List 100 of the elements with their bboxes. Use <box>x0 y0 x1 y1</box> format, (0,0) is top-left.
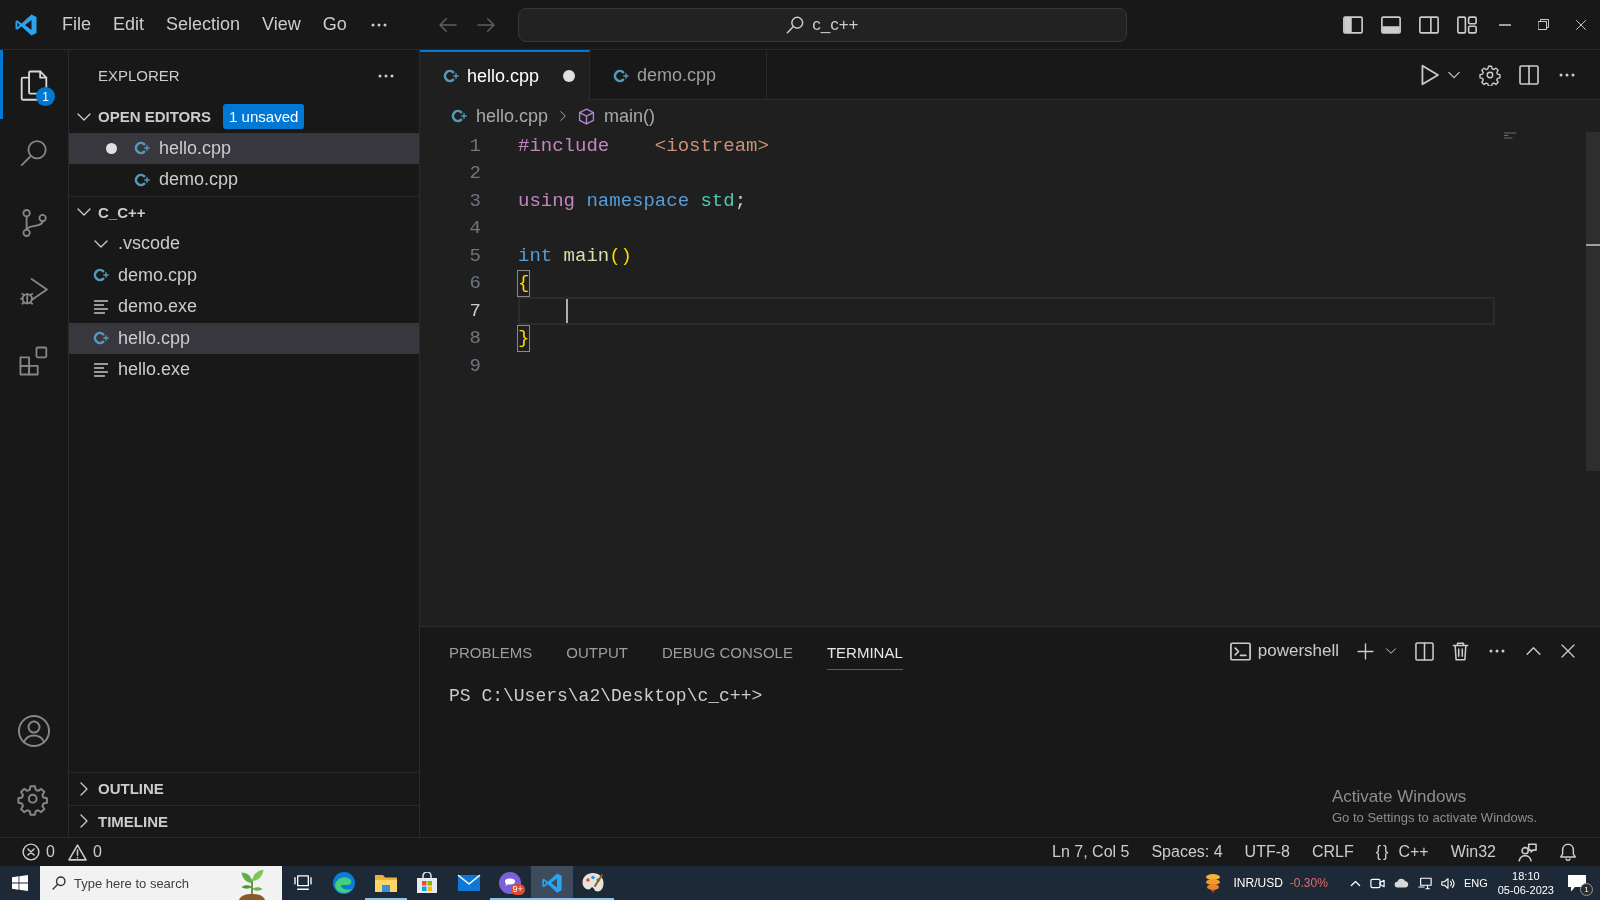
account-icon <box>17 713 51 748</box>
folder-icon <box>373 873 398 893</box>
panel-tab[interactable]: OUTPUT <box>566 643 629 670</box>
code-line: #include <iostream> <box>518 134 769 157</box>
section-header[interactable]: OPEN EDITORS 1 unsaved <box>69 101 419 133</box>
scrollbar-thumb[interactable] <box>1586 132 1600 471</box>
menu-item[interactable]: Go <box>311 14 358 35</box>
count-badge: 1 <box>36 87 55 106</box>
explorer-tree-entry[interactable]: .vscode <box>69 228 419 260</box>
menu-item[interactable]: Selection <box>155 14 252 35</box>
settings-icon[interactable] <box>1479 63 1501 86</box>
text-file-icon <box>93 298 109 315</box>
explorer-tree-entry[interactable]: demo.cpp <box>69 259 419 291</box>
code-line: using namespace std; <box>518 189 747 212</box>
status-item[interactable]: Win32 <box>1450 843 1496 861</box>
section-header[interactable]: C_C++ <box>69 196 419 228</box>
section-header[interactable]: TIMELINE <box>69 805 419 837</box>
problems-status[interactable]: 0 0 <box>22 843 102 861</box>
menu-item[interactable]: View <box>251 14 312 35</box>
cpp-file-icon <box>93 330 109 347</box>
text-file-icon <box>93 361 109 378</box>
video-camera-icon[interactable] <box>1369 877 1385 889</box>
warning-icon <box>67 843 87 861</box>
run-icon[interactable] <box>1420 63 1440 86</box>
status-item[interactable]: UTF-8 <box>1244 843 1290 861</box>
terminal-prompt: PS C:\Users\a2\Desktop\c_c++> <box>449 686 763 706</box>
explorer-tree-entry[interactable]: demo.exe <box>69 291 419 323</box>
taskbar-search-field[interactable]: Type here to search <box>40 866 282 900</box>
line-number: 7 <box>469 299 481 322</box>
cloud-icon[interactable] <box>1393 878 1409 888</box>
more-icon[interactable] <box>376 72 396 79</box>
files-icon <box>18 68 50 101</box>
four-panes-logo-icon <box>12 875 28 891</box>
panel-tab[interactable]: DEBUG CONSOLE <box>662 643 793 670</box>
panel-tab[interactable]: PROBLEMS <box>449 643 533 670</box>
explorer-tree-entry[interactable]: hello.cpp <box>69 322 419 354</box>
terminal-selector[interactable]: powershell <box>1229 641 1339 661</box>
activation-subtitle: Go to Settings to activate Windows. <box>1332 810 1538 825</box>
cpp-file-icon <box>134 140 150 157</box>
envelope-icon <box>456 874 481 892</box>
clock[interactable]: 18:10 05-06-2023 <box>1497 869 1554 897</box>
sidebar-right-icon[interactable] <box>1419 15 1439 34</box>
minimize-icon[interactable] <box>1499 23 1511 26</box>
breadcrumb-item[interactable]: main() <box>604 105 656 127</box>
close-icon[interactable] <box>1575 18 1587 31</box>
currency-widget[interactable]: INR/USD -0.30% <box>1204 873 1328 893</box>
language-indicator[interactable]: ENG <box>1463 877 1488 889</box>
layout-grid-icon[interactable] <box>1457 15 1477 34</box>
plus-icon[interactable] <box>1357 642 1374 660</box>
notification-count-badge: 1 <box>1580 883 1593 896</box>
close-icon[interactable] <box>1560 643 1576 659</box>
menu-item[interactable]: File <box>51 14 102 35</box>
open-editor-entry[interactable]: hello.cpp <box>69 132 419 164</box>
menu-item[interactable]: Edit <box>102 14 156 35</box>
explorer-tree-entry[interactable]: hello.exe <box>69 354 419 386</box>
breadcrumb-item[interactable]: hello.cpp <box>476 105 549 127</box>
notification-center-button[interactable]: 1 <box>1554 866 1600 900</box>
command-center-search[interactable]: c_c++ <box>517 7 1127 42</box>
activation-title: Activate Windows <box>1332 787 1468 807</box>
panel-tab[interactable]: TERMINAL <box>826 643 903 670</box>
terminal-icon <box>1229 641 1251 661</box>
status-item[interactable]: Spaces: 4 <box>1151 843 1223 861</box>
line-number: 2 <box>469 162 481 185</box>
ribbon-logo-icon <box>540 872 563 894</box>
swirl-logo-icon <box>332 871 357 895</box>
shopping-bag-icon <box>416 872 439 894</box>
palette-icon <box>581 871 606 895</box>
status-item[interactable]: CRLF <box>1311 843 1354 861</box>
status-item[interactable]: Ln 7, Col 5 <box>1052 843 1130 861</box>
error-icon <box>22 843 40 861</box>
line-number: 3 <box>469 189 481 212</box>
ribbon-logo-icon <box>13 12 38 37</box>
more-icon[interactable] <box>1487 648 1507 654</box>
cube-icon <box>578 107 596 125</box>
caret-down-icon[interactable] <box>1385 645 1397 657</box>
split-editor-icon[interactable] <box>1519 64 1539 85</box>
split-terminal-icon[interactable] <box>1415 641 1434 661</box>
code-line: int main() <box>518 244 633 267</box>
panel-bottom-icon[interactable] <box>1381 15 1401 34</box>
line-number: 5 <box>469 244 481 267</box>
code-line: { <box>518 270 530 296</box>
more-icon[interactable] <box>1557 71 1577 78</box>
settings-icon <box>17 782 51 817</box>
status-item[interactable]: {} C++ <box>1375 843 1429 861</box>
blocks-icon <box>18 344 50 377</box>
feedback-icon[interactable] <box>1518 842 1537 862</box>
trash-icon[interactable] <box>1452 641 1469 661</box>
restore-icon[interactable] <box>1537 19 1549 30</box>
network-icon[interactable] <box>1417 876 1432 890</box>
search-icon <box>52 876 66 890</box>
coin-stack-icon <box>1204 873 1221 893</box>
cpp-file-icon <box>613 67 630 84</box>
plant-illustration <box>238 868 266 900</box>
sidebar-left-icon[interactable] <box>1343 15 1363 34</box>
chevron-up-icon[interactable] <box>1525 646 1542 656</box>
open-editor-entry[interactable]: demo.cpp <box>69 164 419 196</box>
bell-icon[interactable] <box>1559 842 1577 862</box>
editor-tab[interactable]: hello.cpp <box>420 50 591 100</box>
speaker-icon[interactable] <box>1440 876 1455 890</box>
search-icon <box>786 15 805 34</box>
